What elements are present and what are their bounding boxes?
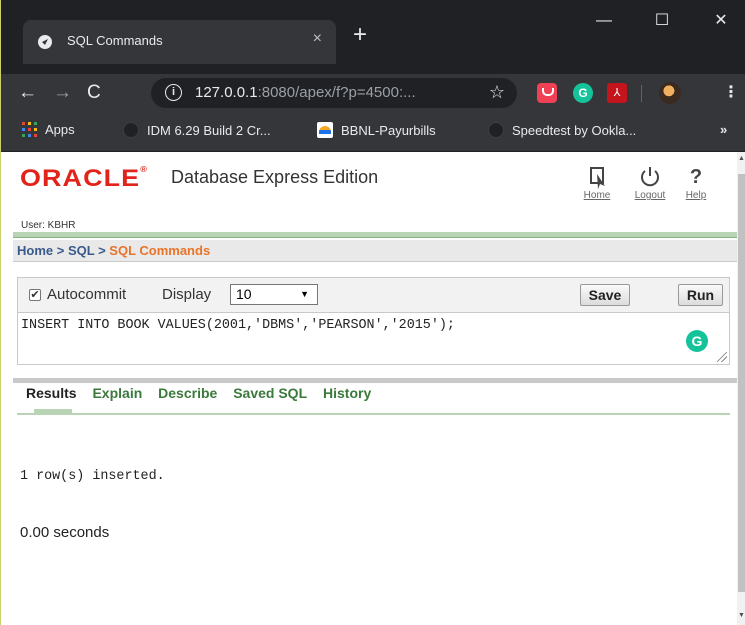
breadcrumb: Home > SQL > SQL Commands <box>13 240 737 262</box>
pocket-extension-icon[interactable] <box>537 83 557 103</box>
back-arrow-icon[interactable]: ← <box>18 81 37 105</box>
tab-title: SQL Commands <box>67 33 163 48</box>
bookmark-apps[interactable]: Apps <box>22 122 75 137</box>
sql-editor[interactable]: INSERT INTO BOOK VALUES(2001,'DBMS','PEA… <box>18 312 729 364</box>
active-tab-indicator <box>34 409 72 414</box>
home-link[interactable]: Home <box>579 164 615 201</box>
forward-arrow-icon[interactable]: → <box>53 81 72 105</box>
oracle-logo: ORACLE® <box>20 165 148 192</box>
run-button[interactable]: Run <box>678 284 723 306</box>
display-rows-select[interactable]: 10 ▼ <box>230 284 318 305</box>
dropdown-caret-icon: ▼ <box>300 289 309 299</box>
result-message: 1 row(s) inserted. <box>20 469 165 484</box>
bookmark-bbnl[interactable]: BBNL-Payurbills <box>317 122 436 138</box>
results-tab-bar: Results Explain Describe Saved SQL Histo… <box>26 385 383 401</box>
browser-toolbar: ← → C i 127.0.0.1:8080/apex/f?p=4500:...… <box>1 74 745 112</box>
help-link[interactable]: ? Help <box>678 164 714 201</box>
browser-menu-icon[interactable]: ⋮ <box>723 81 739 105</box>
autocommit-checkbox[interactable]: ✔ <box>29 289 41 301</box>
tab-close-icon[interactable]: × <box>313 30 322 48</box>
breadcrumb-current: SQL Commands <box>109 243 211 258</box>
display-label: Display <box>162 286 212 303</box>
command-toolbar: ✔ Autocommit Display 10 ▼ Save Run <box>18 278 729 310</box>
breadcrumb-home[interactable]: Home <box>17 243 53 258</box>
home-icon <box>590 167 605 189</box>
toolbar-separator <box>641 85 642 102</box>
bbnl-icon <box>317 122 333 138</box>
reload-icon[interactable]: C <box>87 81 101 105</box>
sql-command-panel: ✔ Autocommit Display 10 ▼ Save Run INSER… <box>17 277 730 365</box>
globe-icon <box>123 122 139 138</box>
address-bar[interactable]: i 127.0.0.1:8080/apex/f?p=4500:... ☆ <box>151 78 517 108</box>
close-window-button[interactable]: ✕ <box>701 6 741 36</box>
save-button[interactable]: Save <box>580 284 630 306</box>
title-bar: SQL Commands × + — ☐ ✕ <box>1 0 745 74</box>
profile-avatar[interactable] <box>659 82 681 104</box>
logout-link[interactable]: Logout <box>630 164 670 201</box>
header-divider <box>13 232 737 238</box>
scrollbar-thumb[interactable] <box>738 174 745 592</box>
tab-explain[interactable]: Explain <box>92 385 142 401</box>
bookmarks-bar: Apps IDM 6.29 Build 2 Cr... BBNL-Payurbi… <box>1 112 745 152</box>
results-divider <box>13 378 737 383</box>
tab-saved-sql[interactable]: Saved SQL <box>233 385 307 401</box>
product-name: Database Express Edition <box>171 167 379 187</box>
user-label: User: KBHR <box>21 220 76 231</box>
minimize-button[interactable]: — <box>584 6 624 36</box>
elapsed-time: 0.00 seconds <box>20 524 110 541</box>
site-info-icon[interactable]: i <box>165 84 182 101</box>
grammarly-extension-icon[interactable]: G <box>573 83 593 103</box>
globe-icon <box>488 122 504 138</box>
power-icon <box>641 167 659 187</box>
browser-window: SQL Commands × + — ☐ ✕ ← → C i 127.0.0.1… <box>0 0 745 625</box>
grammarly-badge-icon[interactable]: G <box>686 330 708 352</box>
bookmark-star-icon[interactable]: ☆ <box>489 82 505 103</box>
tab-describe[interactable]: Describe <box>158 385 217 401</box>
resize-handle[interactable] <box>717 352 727 362</box>
tab-history[interactable]: History <box>323 385 371 401</box>
apex-favicon-icon <box>38 35 52 49</box>
tab-underline <box>17 413 730 415</box>
page-scrollbar[interactable]: ▲ ▼ <box>737 152 745 625</box>
breadcrumb-sql[interactable]: SQL <box>68 243 95 258</box>
scroll-down-icon[interactable]: ▼ <box>738 612 745 619</box>
pdf-extension-icon[interactable]: ⅄ <box>607 83 627 103</box>
url-text[interactable]: 127.0.0.1:8080/apex/f?p=4500:... <box>195 84 416 101</box>
bookmark-speedtest[interactable]: Speedtest by Ookla... <box>488 122 636 138</box>
scroll-up-icon[interactable]: ▲ <box>738 155 745 162</box>
help-icon: ? <box>689 166 703 188</box>
apex-page: ORACLE® Database Express Edition User: K… <box>1 152 737 625</box>
bookmarks-overflow-icon[interactable]: » <box>720 122 727 137</box>
new-tab-button[interactable]: + <box>353 23 367 47</box>
bookmark-idm[interactable]: IDM 6.29 Build 2 Cr... <box>123 122 271 138</box>
maximize-button[interactable]: ☐ <box>642 6 682 36</box>
apps-grid-icon <box>22 122 37 137</box>
autocommit-label: Autocommit <box>47 286 127 303</box>
tab-results[interactable]: Results <box>26 385 77 401</box>
tab-sql-commands[interactable]: SQL Commands × <box>23 20 336 64</box>
